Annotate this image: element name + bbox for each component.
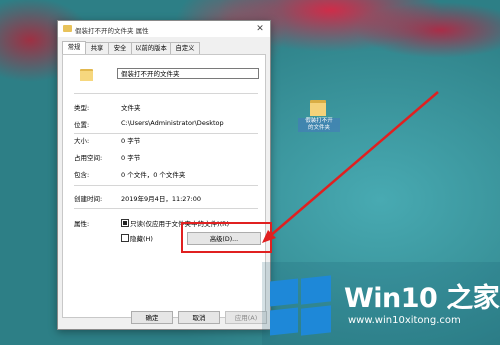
watermark-logo: Win10 之家 www.win10xitong.com — [262, 262, 500, 345]
windows-logo-icon — [270, 275, 332, 338]
watermark-url: www.win10xitong.com — [348, 315, 461, 326]
watermark-title: Win10 之家 — [344, 283, 500, 314]
